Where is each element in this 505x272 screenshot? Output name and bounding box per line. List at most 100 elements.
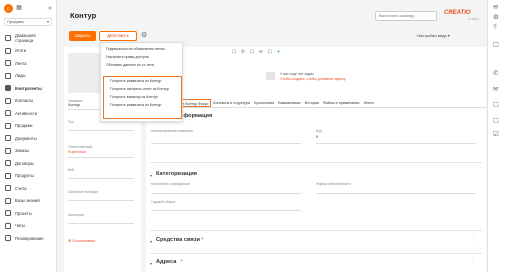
- phone-icon[interactable]: ✆: [493, 70, 498, 77]
- workplace-label: Продажи: [7, 19, 24, 24]
- more-icon[interactable]: ⋮: [471, 236, 476, 242]
- brand-logo: CREATIO: [444, 10, 471, 16]
- menu-item[interactable]: Настроить права доступа: [101, 53, 182, 61]
- sidebar-item[interactable]: Базы знаний: [0, 195, 56, 208]
- calls-icon[interactable]: ☐: [493, 118, 499, 125]
- sidebar-item[interactable]: Контакты: [0, 95, 56, 108]
- chevron-down-icon[interactable]: ▾: [150, 261, 152, 266]
- sidebar-item-label: Контрагенты: [15, 85, 42, 91]
- sidebar-item[interactable]: Лиды: [0, 70, 56, 83]
- field-underline: [68, 130, 134, 131]
- menu-icon: [5, 160, 11, 167]
- section-comm-title[interactable]: Средства связи: [156, 237, 200, 243]
- sidebar-item[interactable]: Чаты: [0, 220, 56, 233]
- sidebar-item[interactable]: Заказы: [0, 145, 56, 158]
- owner-label: Ответственный: [68, 145, 93, 149]
- quick-action-icon[interactable]: ✈: [277, 49, 281, 55]
- app-logo[interactable]: C: [4, 3, 13, 13]
- quick-action-icon[interactable]: ☐: [268, 49, 272, 55]
- sidebar-item[interactable]: Продажи: [0, 120, 56, 133]
- tab[interactable]: Лента: [361, 99, 375, 107]
- more-icon[interactable]: ⋮: [471, 258, 476, 264]
- sidebar-item[interactable]: Проекты: [0, 207, 56, 220]
- field-underline: [68, 178, 134, 179]
- menu-item[interactable]: Получить реквизиты из Контур: [104, 77, 181, 85]
- sidebar: C ▦ « Продажи ▾ Домашняя страница Итоги Ле…: [0, 0, 57, 272]
- tab[interactable]: Файлы и примечания: [321, 99, 361, 107]
- settings-icon[interactable]: ⚙: [493, 14, 499, 21]
- menu-item[interactable]: Получить выписку из Контур: [104, 94, 181, 102]
- sidebar-item-label: Активности: [15, 110, 38, 116]
- grid-icon[interactable]: ▦: [16, 5, 22, 11]
- menu-icon: [5, 135, 11, 142]
- quick-action-icon[interactable]: ✆: [241, 49, 245, 55]
- tasks-icon[interactable]: ☑: [493, 131, 499, 138]
- menu-icon: [5, 122, 11, 129]
- chevron-down-icon[interactable]: ▾: [150, 173, 152, 178]
- sidebar-item[interactable]: Планирование: [0, 232, 56, 245]
- sidebar-item[interactable]: Лента: [0, 57, 56, 70]
- menu-icon: [5, 185, 11, 192]
- collapse-icon[interactable]: «: [48, 5, 52, 12]
- help-icon[interactable]: ?: [493, 24, 497, 31]
- chevron-down-icon[interactable]: ▾: [150, 239, 152, 244]
- quick-action-icon[interactable]: ☐: [250, 49, 254, 55]
- menu-item[interactable]: Получить экспресс-отчет из Контур: [104, 85, 181, 93]
- section-address-title[interactable]: Адреса: [156, 259, 176, 265]
- owner-value[interactable]: Supervisor: [68, 150, 86, 154]
- menu-item[interactable]: Подписаться на обновления ленты: [101, 45, 182, 53]
- code-value[interactable]: 5: [316, 135, 318, 139]
- tab[interactable]: История: [303, 99, 321, 107]
- field-underline: [316, 143, 476, 144]
- command-input[interactable]: Выполнить команду: [375, 11, 437, 21]
- menu-item[interactable]: Обновить данные из ст. сети: [101, 62, 182, 70]
- sidebar-item[interactable]: Документы: [0, 132, 56, 145]
- add-address-icon[interactable]: +: [180, 258, 183, 264]
- field-underline: [151, 210, 301, 211]
- email-icon[interactable]: ✉: [493, 86, 498, 93]
- menu-icon: [5, 97, 11, 104]
- employees-label: Количество сотрудников: [151, 182, 190, 186]
- type-label: Тип: [68, 120, 74, 124]
- phone-label: Основной телефон: [68, 190, 99, 194]
- follow-link[interactable]: ⊕ Отслеживать: [68, 238, 95, 243]
- feed-icon[interactable]: ☐: [493, 102, 499, 109]
- sidebar-item[interactable]: Домашняя страница: [0, 32, 56, 45]
- menu-icon: [5, 147, 11, 154]
- field-underline: [151, 143, 301, 144]
- menu-icon: [5, 222, 11, 229]
- name-value[interactable]: Контур: [68, 103, 80, 107]
- view-settings-button[interactable]: Настройки вида ▾: [417, 33, 450, 38]
- sidebar-item[interactable]: Продукты: [0, 170, 56, 183]
- sidebar-item-label: Продукты: [15, 173, 34, 179]
- sidebar-item[interactable]: Договоры: [0, 157, 56, 170]
- menu-icon: [5, 210, 11, 217]
- menu-icon: [5, 110, 11, 117]
- section-categorization-title[interactable]: Категоризация: [156, 171, 197, 177]
- tab[interactable]: Взаимосвязи: [276, 99, 302, 107]
- sidebar-item-label: Планирование: [15, 235, 44, 241]
- quick-action-icon[interactable]: ✉: [259, 49, 263, 55]
- tab[interactable]: Хронология: [252, 99, 276, 107]
- sidebar-item-label: Итоги: [15, 48, 27, 54]
- chat-icon[interactable]: ☐: [493, 42, 499, 49]
- menu-item[interactable]: Получить реквизиты из Контур: [104, 102, 181, 110]
- sidebar-item[interactable]: Контрагенты: [0, 82, 56, 95]
- sidebar-item[interactable]: Счета: [0, 182, 56, 195]
- sidebar-item[interactable]: Активности: [0, 107, 56, 120]
- tasks-header[interactable]: ...тате (0): [146, 47, 486, 56]
- actions-button[interactable]: Действия ▾: [99, 31, 137, 41]
- notifications-icon[interactable]: ✉: [493, 4, 498, 11]
- empty-tasks-text: У вас еще нет задач: [280, 72, 314, 76]
- code-label: Код: [316, 129, 322, 133]
- ownership-label: Форма собственности: [316, 182, 351, 186]
- quick-action-icon[interactable]: ☐: [232, 49, 236, 55]
- tab[interactable]: Контакты и структура: [211, 99, 252, 107]
- field-underline: [68, 223, 134, 224]
- sidebar-item[interactable]: Итоги: [0, 45, 56, 58]
- add-comm-icon[interactable]: +: [201, 236, 204, 242]
- create-task-link[interactable]: Чтобы создать, чтобы добавить задачу: [280, 77, 346, 81]
- close-button[interactable]: Закрыть: [69, 31, 96, 41]
- settings-gear-icon[interactable]: ⚙: [141, 32, 147, 39]
- workplace-select[interactable]: Продажи ▾: [4, 18, 52, 26]
